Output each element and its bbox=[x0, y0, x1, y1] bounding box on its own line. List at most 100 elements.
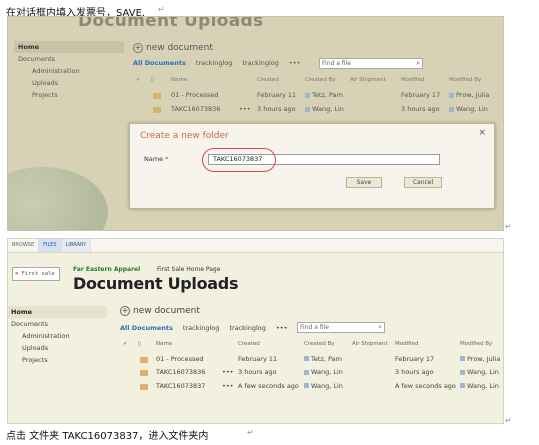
nav-item-home[interactable]: Home bbox=[8, 306, 106, 318]
table-row[interactable]: 01 - Processed February 11 Tetz, Pam Feb… bbox=[133, 89, 503, 103]
row-created: 3 hours ago bbox=[257, 105, 296, 113]
cancel-button[interactable]: Cancel bbox=[404, 177, 442, 188]
search-placeholder: Find a file bbox=[322, 60, 351, 67]
column-air-shipment[interactable]: Air Shipment bbox=[352, 341, 388, 347]
column-modified-by[interactable]: Modified By bbox=[449, 77, 481, 83]
view-selector: All Documents trackinglog trackinglog ••… bbox=[120, 324, 287, 332]
row-created: 3 hours ago bbox=[238, 368, 277, 376]
row-created-by: Wang, Lin bbox=[305, 105, 344, 113]
tab-files[interactable]: FILES bbox=[39, 239, 62, 252]
site-logo[interactable]: × First sale bbox=[12, 267, 60, 281]
search-icon[interactable]: ⌕ bbox=[378, 323, 382, 332]
table-row[interactable]: 01 - Processed February 11 Tetz, Pam Feb… bbox=[120, 353, 503, 367]
row-modified-by: Prow, Julia bbox=[460, 355, 500, 363]
site-home-link[interactable]: First Sale Home Page bbox=[157, 266, 220, 273]
site-name-link[interactable]: Far Eastern Apparel bbox=[73, 266, 140, 273]
file-type-icon: ▯ bbox=[138, 341, 142, 347]
row-modified: February 17 bbox=[395, 354, 435, 363]
more-views-ellipsis[interactable]: ••• bbox=[276, 324, 288, 332]
nav-item-documents[interactable]: Documents bbox=[8, 318, 106, 330]
row-modified: 3 hours ago bbox=[401, 105, 440, 113]
nav-item-administration[interactable]: Administration bbox=[14, 65, 124, 77]
view-trackinglog-2[interactable]: trackinglog bbox=[229, 324, 266, 332]
table-header: ✓ ▯ Name Created Created By Air Shipment… bbox=[133, 75, 503, 89]
row-menu-ellipsis[interactable]: ••• bbox=[239, 105, 251, 113]
tab-browse[interactable]: BROWSE bbox=[8, 239, 40, 252]
return-mark: ↵ bbox=[505, 416, 512, 425]
table-row[interactable]: TAKC16073836 ••• 3 hours ago Wang, Lin 3… bbox=[133, 103, 503, 117]
view-all-documents[interactable]: All Documents bbox=[133, 59, 186, 67]
column-modified[interactable]: Modified bbox=[395, 341, 418, 347]
row-modified-by: Wang, Lin bbox=[460, 382, 499, 390]
checkmark-icon[interactable]: ✓ bbox=[123, 341, 128, 347]
nav-item-documents[interactable]: Documents bbox=[14, 53, 124, 65]
nav-item-administration[interactable]: Administration bbox=[8, 330, 106, 342]
save-button[interactable]: Save bbox=[346, 177, 382, 188]
more-views-ellipsis[interactable]: ••• bbox=[289, 59, 301, 67]
new-document-button[interactable]: + new document bbox=[120, 306, 200, 316]
required-marker: * bbox=[165, 155, 169, 163]
nav-item-projects[interactable]: Projects bbox=[8, 354, 106, 366]
column-created[interactable]: Created bbox=[238, 341, 260, 347]
new-document-label: new document bbox=[146, 43, 213, 53]
return-mark: ↵ bbox=[505, 222, 512, 231]
column-created[interactable]: Created bbox=[257, 77, 279, 83]
row-name[interactable]: 01 - Processed bbox=[156, 355, 204, 363]
row-menu-ellipsis[interactable]: ••• bbox=[222, 368, 234, 376]
row-modified-by: Wang, Lin bbox=[460, 368, 499, 376]
checkmark-icon[interactable]: ✓ bbox=[136, 77, 141, 83]
row-menu-ellipsis[interactable]: ••• bbox=[222, 382, 234, 390]
table-row[interactable]: TAKC16073837 ••• A few seconds ago Wang,… bbox=[120, 380, 503, 394]
row-modified-by: Wang, Lin bbox=[449, 105, 488, 113]
search-input[interactable]: Find a file ⌕ bbox=[297, 322, 385, 333]
row-modified-by: Prow, Julia bbox=[449, 91, 489, 99]
close-icon[interactable]: × bbox=[478, 128, 486, 138]
search-placeholder: Find a file bbox=[300, 324, 329, 331]
left-navigation: Home Documents Administration Uploads Pr… bbox=[14, 41, 124, 101]
row-name[interactable]: 01 - Processed bbox=[171, 91, 219, 99]
name-label: Name * bbox=[144, 155, 169, 163]
nav-item-home[interactable]: Home bbox=[14, 41, 124, 53]
folder-icon bbox=[140, 383, 148, 392]
search-icon[interactable]: ⌕ bbox=[416, 59, 420, 68]
view-trackinglog-2[interactable]: trackinglog bbox=[242, 59, 279, 67]
column-modified-by[interactable]: Modified By bbox=[460, 341, 492, 347]
return-mark: ↵ bbox=[247, 428, 254, 437]
nav-item-uploads[interactable]: Uploads bbox=[8, 342, 106, 354]
highlight-ring bbox=[202, 148, 276, 172]
folder-icon bbox=[140, 370, 148, 378]
row-name[interactable]: TAKC16073837 bbox=[156, 382, 205, 390]
column-created-by[interactable]: Created By bbox=[304, 341, 335, 347]
nav-item-projects[interactable]: Projects bbox=[14, 89, 124, 101]
table-header: ✓ ▯ Name Created Created By Air Shipment… bbox=[120, 339, 503, 353]
column-created-by[interactable]: Created By bbox=[305, 77, 336, 83]
view-selector: All Documents trackinglog trackinglog ••… bbox=[133, 59, 300, 67]
view-trackinglog-1[interactable]: trackinglog bbox=[196, 59, 233, 67]
decorative-circle bbox=[8, 167, 108, 230]
row-modified: 3 hours ago bbox=[395, 368, 434, 376]
column-modified[interactable]: Modified bbox=[401, 77, 424, 83]
folder-icon bbox=[153, 107, 161, 115]
page-title: Document Uploads bbox=[73, 274, 239, 293]
dialog-title: Create a new folder bbox=[140, 131, 229, 141]
column-name[interactable]: Name bbox=[156, 341, 172, 347]
column-name[interactable]: Name bbox=[171, 77, 187, 83]
page-title-background: Document Uploads bbox=[78, 16, 264, 31]
new-document-button[interactable]: + new document bbox=[133, 43, 213, 53]
file-type-icon: ▯ bbox=[151, 77, 155, 83]
view-trackinglog-1[interactable]: trackinglog bbox=[183, 324, 220, 332]
return-mark: ↵ bbox=[158, 5, 165, 14]
view-all-documents[interactable]: All Documents bbox=[120, 324, 173, 332]
tab-library[interactable]: LIBRARY bbox=[61, 239, 92, 252]
table-row[interactable]: TAKC16073836 ••• 3 hours ago Wang, Lin 3… bbox=[120, 366, 503, 380]
folder-icon bbox=[140, 356, 148, 365]
row-name[interactable]: TAKC16073836 bbox=[156, 368, 205, 376]
broken-image-icon: × bbox=[15, 271, 19, 277]
row-created: February 11 bbox=[257, 91, 297, 99]
instruction-caption-bottom: 点击 文件夹 TAKC16073837，进入文件夹内 bbox=[6, 431, 209, 442]
search-input[interactable]: Find a file ⌕ bbox=[319, 58, 423, 69]
column-air-shipment[interactable]: Air Shipment bbox=[350, 77, 386, 83]
nav-item-uploads[interactable]: Uploads bbox=[14, 77, 124, 89]
row-name[interactable]: TAKC16073836 bbox=[171, 105, 220, 113]
row-created: A few seconds ago bbox=[238, 381, 299, 390]
